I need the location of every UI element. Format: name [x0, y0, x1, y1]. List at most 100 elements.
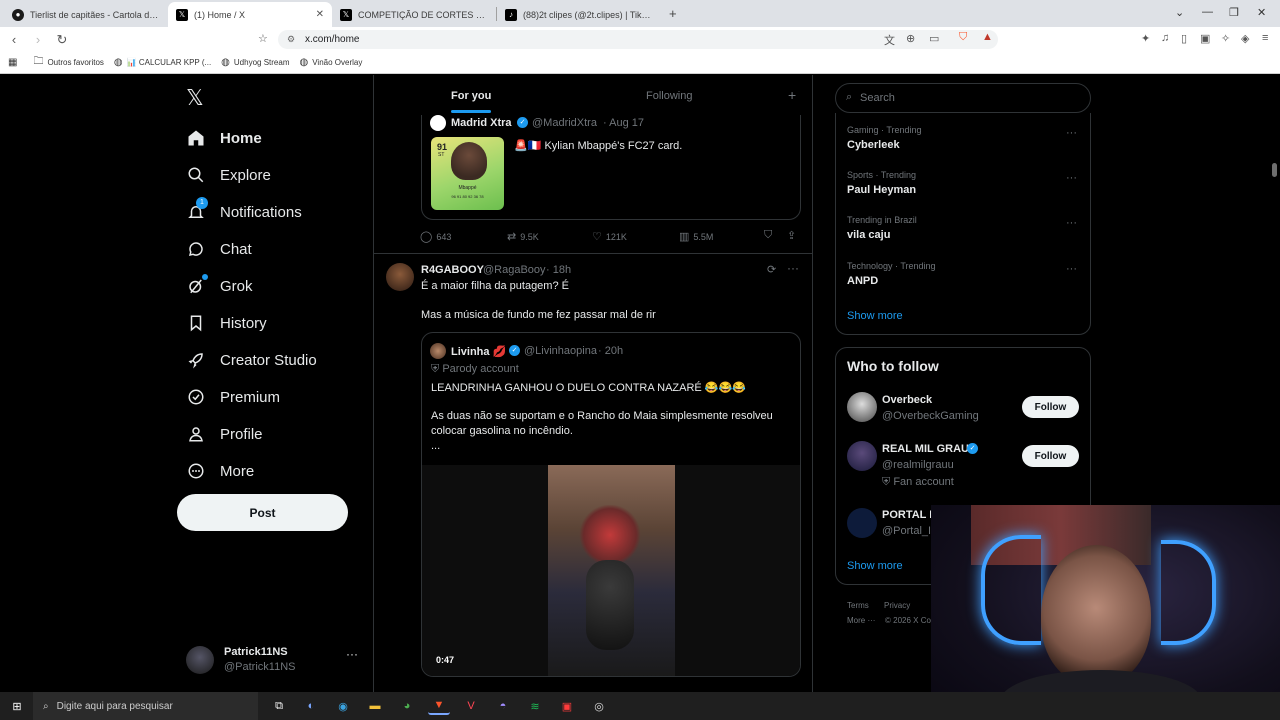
close-tab-icon[interactable]: ✕ — [316, 9, 324, 20]
media-icon[interactable]: ♫ — [1161, 32, 1169, 44]
quoted-tweet[interactable]: Livinha 💋 ✓ @Livinhaopina · 20h ⛨ Parody… — [421, 332, 801, 677]
trend-item[interactable]: Trending in Brazil vila caju ··· — [847, 215, 1077, 241]
valorant-icon[interactable]: V — [460, 697, 482, 715]
repost-button[interactable]: ⇄ 9.5K — [507, 230, 539, 243]
translate-icon[interactable]: 文 — [884, 32, 895, 48]
avatar[interactable] — [847, 392, 877, 422]
account-switcher[interactable]: Patrick11NS @Patrick11NS ··· — [186, 643, 366, 679]
tab-following[interactable]: Following — [646, 90, 692, 102]
edge-icon[interactable]: ◉ — [332, 697, 354, 715]
suggestion-name[interactable]: Overbeck — [882, 394, 932, 406]
more-dots-icon[interactable]: ··· — [1066, 172, 1077, 184]
show-more-link[interactable]: Show more — [847, 310, 903, 322]
obs-icon[interactable]: ◎ — [588, 697, 610, 715]
bookmark-item[interactable]: ◍ Vinão Overlay — [300, 57, 363, 68]
wallet-icon[interactable]: ▣ — [1200, 32, 1210, 45]
more-dots-icon[interactable]: ··· — [346, 647, 358, 661]
more-dots-icon[interactable]: ··· — [1066, 217, 1077, 229]
tab-for-you[interactable]: For you — [451, 90, 491, 102]
menu-icon[interactable]: ≡ — [1262, 32, 1268, 44]
trend-item[interactable]: Gaming · Trending Cyberleek ··· — [847, 125, 1077, 151]
windows-start-icon[interactable]: ⊞ — [6, 697, 28, 715]
avatar[interactable] — [847, 508, 877, 538]
nav-history[interactable]: History — [186, 313, 267, 333]
show-more-link[interactable]: Show more — [847, 560, 903, 572]
taskbar-search-input[interactable]: ⌕ Digite aqui para pesquisar — [33, 692, 258, 720]
avatar[interactable] — [386, 263, 414, 291]
site-info-icon[interactable]: ⚙ — [287, 30, 295, 49]
video-player[interactable]: 0:47 — [422, 465, 800, 676]
apps-icon[interactable]: ▦ — [8, 57, 17, 68]
x-logo-icon[interactable]: 𝕏 — [186, 85, 204, 111]
share-button[interactable]: ⇪ — [787, 229, 800, 242]
suggestion-handle[interactable]: @realmilgrauu — [882, 459, 954, 471]
follow-button[interactable]: Follow — [1022, 396, 1079, 418]
maximize-icon[interactable]: ❐ — [1229, 6, 1239, 19]
nav-premium[interactable]: Premium — [186, 387, 280, 407]
bookmark-item[interactable]: 🗀 Outros favoritos — [33, 54, 103, 71]
brave-shield-icon[interactable]: ⛉ — [959, 31, 967, 44]
trend-item[interactable]: Sports · Trending Paul Heyman ··· — [847, 170, 1077, 196]
page-scrollbar[interactable] — [1272, 163, 1277, 177]
discord-icon[interactable]: ◓ — [492, 697, 514, 715]
nav-explore[interactable]: Explore — [186, 165, 271, 185]
extensions-icon[interactable]: ✦ — [1141, 32, 1150, 45]
follow-button[interactable]: Follow — [1022, 445, 1079, 467]
close-window-icon[interactable]: ✕ — [1257, 6, 1266, 19]
nav-home[interactable]: Home — [186, 128, 262, 148]
search-input[interactable]: ⌕ Search — [835, 83, 1091, 113]
like-button[interactable]: ♡ 121K — [592, 230, 627, 243]
reply-button[interactable]: ◯ 643 — [420, 230, 451, 243]
bookmark-item[interactable]: ◍ Udhyog Stream — [221, 57, 289, 68]
suggestion-handle[interactable]: @OverbeckGaming — [882, 410, 979, 422]
minimize-icon[interactable]: — — [1202, 6, 1213, 18]
browser-tab-3[interactable]: 𝕏 COMPETIÇÃO DE CORTES DO PATRÍC... — [332, 2, 496, 27]
brave-rewards-icon[interactable]: ▲ — [982, 31, 993, 43]
grok-action-icon[interactable]: ⟳ — [767, 263, 776, 276]
tweet-author-handle[interactable]: @RagaBooy — [483, 264, 546, 276]
browser-tab-4[interactable]: ♪ (88)2t clipes (@2t.clipes) | TikTok — [497, 2, 661, 27]
nav-more[interactable]: More — [186, 461, 254, 481]
tweet-author-name[interactable]: R4GABOOY — [421, 264, 484, 276]
spotify-icon[interactable]: ≋ — [524, 697, 546, 715]
brave-icon[interactable]: ▼ — [428, 697, 450, 715]
bookmark-page-icon[interactable]: ☆ — [258, 32, 268, 45]
copilot-icon[interactable]: ◐ — [300, 697, 322, 715]
suggestion-name[interactable]: PORTAL I — [882, 509, 932, 521]
avatar[interactable] — [847, 441, 877, 471]
footer-terms-link[interactable]: Terms — [847, 601, 869, 610]
file-explorer-icon[interactable]: ▬ — [364, 697, 386, 715]
vpn-icon[interactable]: ◈ — [1241, 32, 1249, 45]
nav-creator-studio[interactable]: Creator Studio — [186, 350, 317, 370]
app-icon[interactable]: ▣ — [556, 697, 578, 715]
back-icon[interactable]: ‹ — [4, 32, 24, 47]
zoom-icon[interactable]: ⊕ — [906, 32, 915, 45]
suggestion-name[interactable]: REAL MIL GRAU — [882, 443, 969, 455]
more-dots-icon[interactable]: ··· — [1066, 127, 1077, 139]
footer-more-link[interactable]: More ··· — [847, 616, 875, 625]
suggestion-handle[interactable]: @Portal_I — [882, 525, 931, 537]
more-dots-icon[interactable]: ··· — [1066, 263, 1077, 275]
leo-icon[interactable]: ✧ — [1221, 32, 1230, 45]
reload-icon[interactable]: ↻ — [52, 32, 72, 48]
browser-tab-2[interactable]: 𝕏 (1) Home / X ✕ — [168, 2, 332, 27]
nav-notifications[interactable]: 1 Notifications — [186, 197, 302, 222]
more-dots-icon[interactable]: ··· — [787, 261, 799, 275]
video-frame[interactable] — [548, 465, 675, 676]
cast-icon[interactable]: ▭ — [929, 32, 939, 45]
chrome-icon[interactable]: ◕ — [396, 697, 418, 715]
fc27-card-image[interactable]: 91 ST Mbappé 96 91 80 92 36 78 — [431, 137, 504, 210]
forward-icon[interactable]: › — [28, 32, 48, 47]
browser-tab-1[interactable]: ● Tierlist de capitães - Cartola da Supe… — [4, 2, 168, 27]
add-tab-icon[interactable]: + — [788, 87, 796, 103]
new-tab-icon[interactable]: + — [669, 6, 677, 21]
tweet-time[interactable]: · 18h — [546, 264, 571, 276]
nav-grok[interactable]: Grok — [186, 274, 253, 296]
quoted-tweet[interactable]: Madrid Xtra ✓ @MadridXtra · Aug 17 91 ST… — [421, 105, 801, 220]
nav-profile[interactable]: Profile — [186, 424, 263, 444]
task-view-icon[interactable]: ⧉ — [268, 697, 290, 715]
sidebar-icon[interactable]: ▯ — [1181, 32, 1187, 45]
tab-search-icon[interactable]: ⌄ — [1175, 6, 1184, 19]
views-button[interactable]: ▥ 5.5M — [679, 230, 713, 243]
nav-chat[interactable]: Chat — [186, 239, 252, 259]
